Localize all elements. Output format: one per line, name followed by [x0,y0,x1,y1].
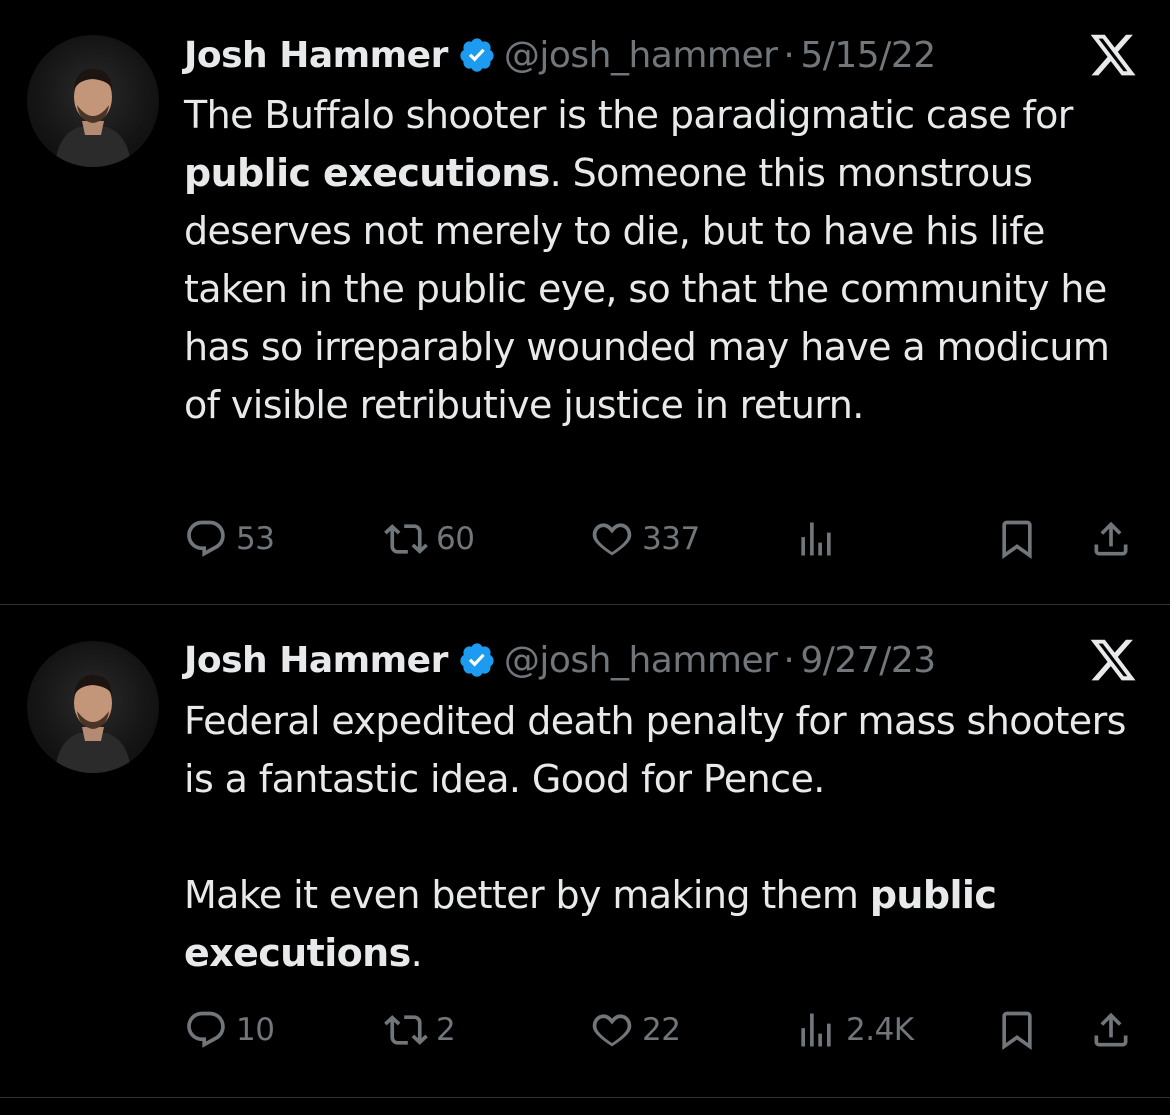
reply-button[interactable]: 10 [184,1005,275,1055]
tweet-header: Josh Hammer @josh_hammer · 5/15/22 [184,30,936,80]
views-icon [801,1013,831,1047]
views-count: 2.4K [846,1012,914,1048]
like-icon [592,1014,632,1047]
avatar-photo [55,675,131,773]
like-button[interactable]: 22 [590,1005,681,1055]
tweet-date[interactable]: 5/15/22 [800,35,936,76]
share-icon [1094,1012,1128,1047]
tweet-text: Federal expedited death penalty for mass… [184,692,1144,982]
x-logo-icon [1090,639,1136,681]
x-logo-icon [1090,34,1136,76]
like-button[interactable]: 337 [590,514,700,564]
tweet-divider [0,1097,1170,1098]
author-name[interactable]: Josh Hammer [184,35,448,76]
views-icon [801,522,831,556]
repost-icon [384,1015,428,1045]
avatar-photo [55,69,131,167]
tweet-paragraph: Make it even better by making them publi… [184,866,1144,982]
repost-button[interactable]: 60 [384,514,475,564]
tweet-actions: 53 60 337 [0,514,1170,564]
reply-count: 53 [236,521,275,557]
reply-button[interactable]: 53 [184,514,275,564]
repost-button[interactable]: 2 [384,1005,456,1055]
tweet-actions: 10 2 22 2.4K [0,1005,1170,1055]
author-handle[interactable]: @josh_hammer [504,35,778,76]
avatar[interactable] [27,35,159,167]
share-icon [1094,521,1128,556]
tweet-text-bold: public executions [184,151,550,195]
tweet[interactable]: Josh Hammer @josh_hammer · 9/27/23 Feder… [0,605,1170,1097]
tweet-text-part: Make it even better by making them [184,873,870,917]
share-button[interactable] [1089,1005,1133,1055]
like-count: 22 [642,1012,681,1048]
tweet-text-part: The Buffalo shooter is the paradigmatic … [184,93,1073,137]
share-button[interactable] [1089,514,1133,564]
views-button[interactable]: 2.4K [794,1005,914,1055]
author-handle[interactable]: @josh_hammer [504,640,778,681]
like-count: 337 [642,521,700,557]
avatar[interactable] [27,641,159,773]
separator-dot: · [783,34,795,76]
verified-badge-icon [460,643,494,677]
tweet-header: Josh Hammer @josh_hammer · 9/27/23 [184,635,936,685]
bookmark-button[interactable] [995,1005,1039,1055]
separator-dot: · [783,639,795,681]
bookmark-icon [1002,520,1032,560]
reply-count: 10 [236,1012,275,1048]
reply-icon [187,1011,225,1048]
repost-count: 60 [436,521,475,557]
reply-icon [187,520,225,557]
tweet-text: The Buffalo shooter is the paradigmatic … [184,86,1144,434]
views-button[interactable] [794,514,846,564]
tweet[interactable]: Josh Hammer @josh_hammer · 5/15/22 The B… [0,0,1170,604]
tweet-text-part: . [410,931,423,975]
tweet-paragraph: Federal expedited death penalty for mass… [184,699,1126,801]
repost-count: 2 [436,1012,456,1048]
like-icon [592,523,632,556]
bookmark-icon [1002,1011,1032,1051]
verified-badge-icon [460,38,494,72]
bookmark-button[interactable] [995,514,1039,564]
tweet-date[interactable]: 9/27/23 [800,640,936,681]
author-name[interactable]: Josh Hammer [184,640,448,681]
repost-icon [384,524,428,554]
